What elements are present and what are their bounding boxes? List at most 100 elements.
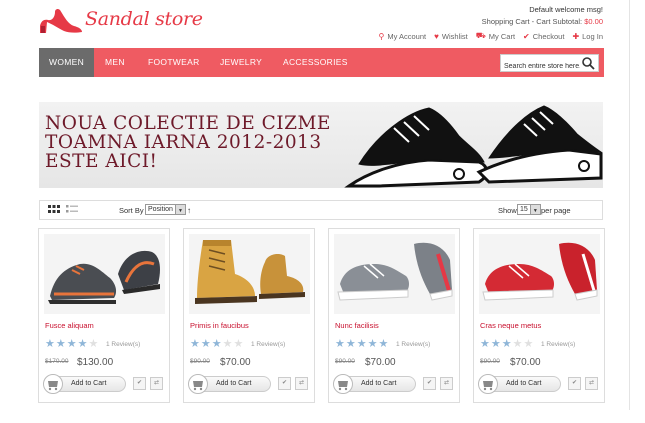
reviews-link[interactable]: 1 Review(s) <box>251 341 285 348</box>
heart-icon: ♥ <box>434 31 439 41</box>
product-image[interactable] <box>189 234 310 314</box>
compare-button[interactable]: ⇄ <box>440 377 453 390</box>
product-image[interactable] <box>334 234 455 314</box>
special-price: $70.00 <box>365 357 396 368</box>
old-price: $90.00 <box>190 358 210 365</box>
list-view-icon[interactable] <box>66 205 78 215</box>
cart-icon: ⛟ <box>475 31 486 40</box>
limit-select[interactable]: 15 ▼ <box>517 204 541 215</box>
limit-value: 15 <box>520 206 528 213</box>
star-icon: ★ <box>523 338 534 350</box>
add-to-cart-label: Add to Cart <box>361 380 397 387</box>
banner-line: TOAMNA IARNA 2012-2013 <box>45 132 322 153</box>
star-icon: ★ <box>55 338 66 350</box>
user-icon: ⚲ <box>378 31 385 41</box>
top-link-my-account[interactable]: ⚲ My Account <box>378 31 426 41</box>
reviews-link[interactable]: 1 Review(s) <box>396 341 430 348</box>
nav-item-accessories[interactable]: ACCESSORIES <box>283 48 348 77</box>
grid-view-icon[interactable] <box>48 205 60 215</box>
nav-item-men[interactable]: MEN <box>105 48 125 77</box>
rating-stars: ★ ★ ★ ★ ★ <box>335 339 388 350</box>
high-heel-logo-icon[interactable] <box>38 6 84 36</box>
top-link-wishlist[interactable]: ♥ Wishlist <box>434 31 468 41</box>
star-icon: ★ <box>77 338 88 350</box>
add-to-cart-button[interactable]: Add to Cart <box>333 374 416 394</box>
promo-banner[interactable]: NOUA COLECTIE DE CIZME TOAMNA IARNA 2012… <box>39 102 603 188</box>
compare-button[interactable]: ⇄ <box>585 377 598 390</box>
product-name-link[interactable]: Nunc facilisis <box>335 321 379 330</box>
star-icon: ★ <box>490 338 501 350</box>
product-image[interactable] <box>44 234 165 314</box>
top-link-label: Wishlist <box>441 31 468 41</box>
product-name-link[interactable]: Cras neque metus <box>480 321 541 330</box>
wishlist-button[interactable]: ✔ <box>568 377 581 390</box>
search-icon[interactable] <box>581 56 596 71</box>
top-link-label: My Account <box>387 31 427 41</box>
rating-stars: ★ ★ ★ ★ ★ <box>45 339 98 350</box>
top-links: ⚲ My Account ♥ Wishlist ⛟ My Cart ✔ Checkout… <box>378 31 603 41</box>
nav-item-footwear[interactable]: FOOTWEAR <box>148 48 200 77</box>
old-price: $170.00 <box>45 358 69 365</box>
check-icon: ✔ <box>426 380 433 386</box>
wishlist-button[interactable]: ✔ <box>423 377 436 390</box>
product-card: Fusce aliquam ★ ★ ★ ★ ★ 1 Review(s) $170.00 … <box>38 228 170 403</box>
sneakers-illustration <box>344 105 603 188</box>
product-image[interactable] <box>479 234 600 314</box>
star-icon: ★ <box>480 338 490 350</box>
add-to-cart-button[interactable]: Add to Cart <box>478 374 561 394</box>
page: Sandal store Default welcome msg! Shoppi… <box>0 0 645 423</box>
cart-subtotal-amount: $0.00 <box>584 17 603 26</box>
add-to-cart-button[interactable]: Add to Cart <box>43 374 126 394</box>
star-icon: ★ <box>512 338 523 350</box>
sort-by-label: Sort By <box>119 206 144 215</box>
checkout-icon: ✔ <box>523 31 530 41</box>
banner-line: NOUA COLECTIE DE CIZME <box>45 113 331 134</box>
compare-icon: ⇄ <box>443 380 450 386</box>
banner-text: NOUA COLECTIE DE CIZME TOAMNA IARNA 2012… <box>45 114 331 171</box>
star-icon: ★ <box>211 338 222 350</box>
compare-icon: ⇄ <box>588 380 595 386</box>
product-name-link[interactable]: Primis in faucibus <box>190 321 249 330</box>
check-icon: ✔ <box>571 380 578 386</box>
top-link-checkout[interactable]: ✔ Checkout <box>523 31 564 41</box>
compare-icon: ⇄ <box>298 380 305 386</box>
add-to-cart-label: Add to Cart <box>216 380 252 387</box>
cart-subtotal[interactable]: Shopping Cart - Cart Subtotal: $0.00 <box>482 17 603 26</box>
top-link-my-cart[interactable]: ⛟ My Cart <box>476 31 515 41</box>
old-price: $90.00 <box>480 358 500 365</box>
chevron-down-icon: ▼ <box>177 208 183 214</box>
sort-direction-icon[interactable]: ↑ <box>187 206 191 215</box>
sort-by-select[interactable]: Position ▼ <box>145 204 186 215</box>
product-name-link[interactable]: Fusce aliquam <box>45 321 94 330</box>
red-sneaker-illustration <box>482 242 598 301</box>
store-logo-text[interactable]: Sandal store <box>85 8 203 30</box>
check-icon: ✔ <box>281 380 288 386</box>
reviews-link[interactable]: 1 Review(s) <box>106 341 140 348</box>
star-icon: ★ <box>66 338 77 350</box>
wishlist-button[interactable]: ✔ <box>133 377 146 390</box>
special-price: $130.00 <box>77 357 114 368</box>
cart-icon <box>188 374 208 394</box>
search-input[interactable] <box>501 59 583 74</box>
star-icon: ★ <box>45 338 55 350</box>
reviews-link[interactable]: 1 Review(s) <box>541 341 575 348</box>
star-icon: ★ <box>222 338 233 350</box>
compare-icon: ⇄ <box>153 380 160 386</box>
special-price: $70.00 <box>220 357 251 368</box>
compare-button[interactable]: ⇄ <box>295 377 308 390</box>
star-icon: ★ <box>367 338 378 350</box>
nav-item-jewelry[interactable]: JEWELRY <box>220 48 262 77</box>
check-icon: ✔ <box>136 380 143 386</box>
star-icon: ★ <box>88 338 99 350</box>
page-border <box>629 0 630 410</box>
compare-button[interactable]: ⇄ <box>150 377 163 390</box>
grey-sneaker-illustration <box>337 242 453 301</box>
top-link-log-in[interactable]: ✚ Log In <box>572 31 603 41</box>
show-label: Show <box>498 206 517 215</box>
cart-icon <box>43 374 63 394</box>
search-box <box>500 54 599 74</box>
nav-item-women[interactable]: WOMEN <box>39 48 95 77</box>
add-to-cart-button[interactable]: Add to Cart <box>188 374 271 394</box>
top-link-label: Checkout <box>532 31 565 41</box>
wishlist-button[interactable]: ✔ <box>278 377 291 390</box>
